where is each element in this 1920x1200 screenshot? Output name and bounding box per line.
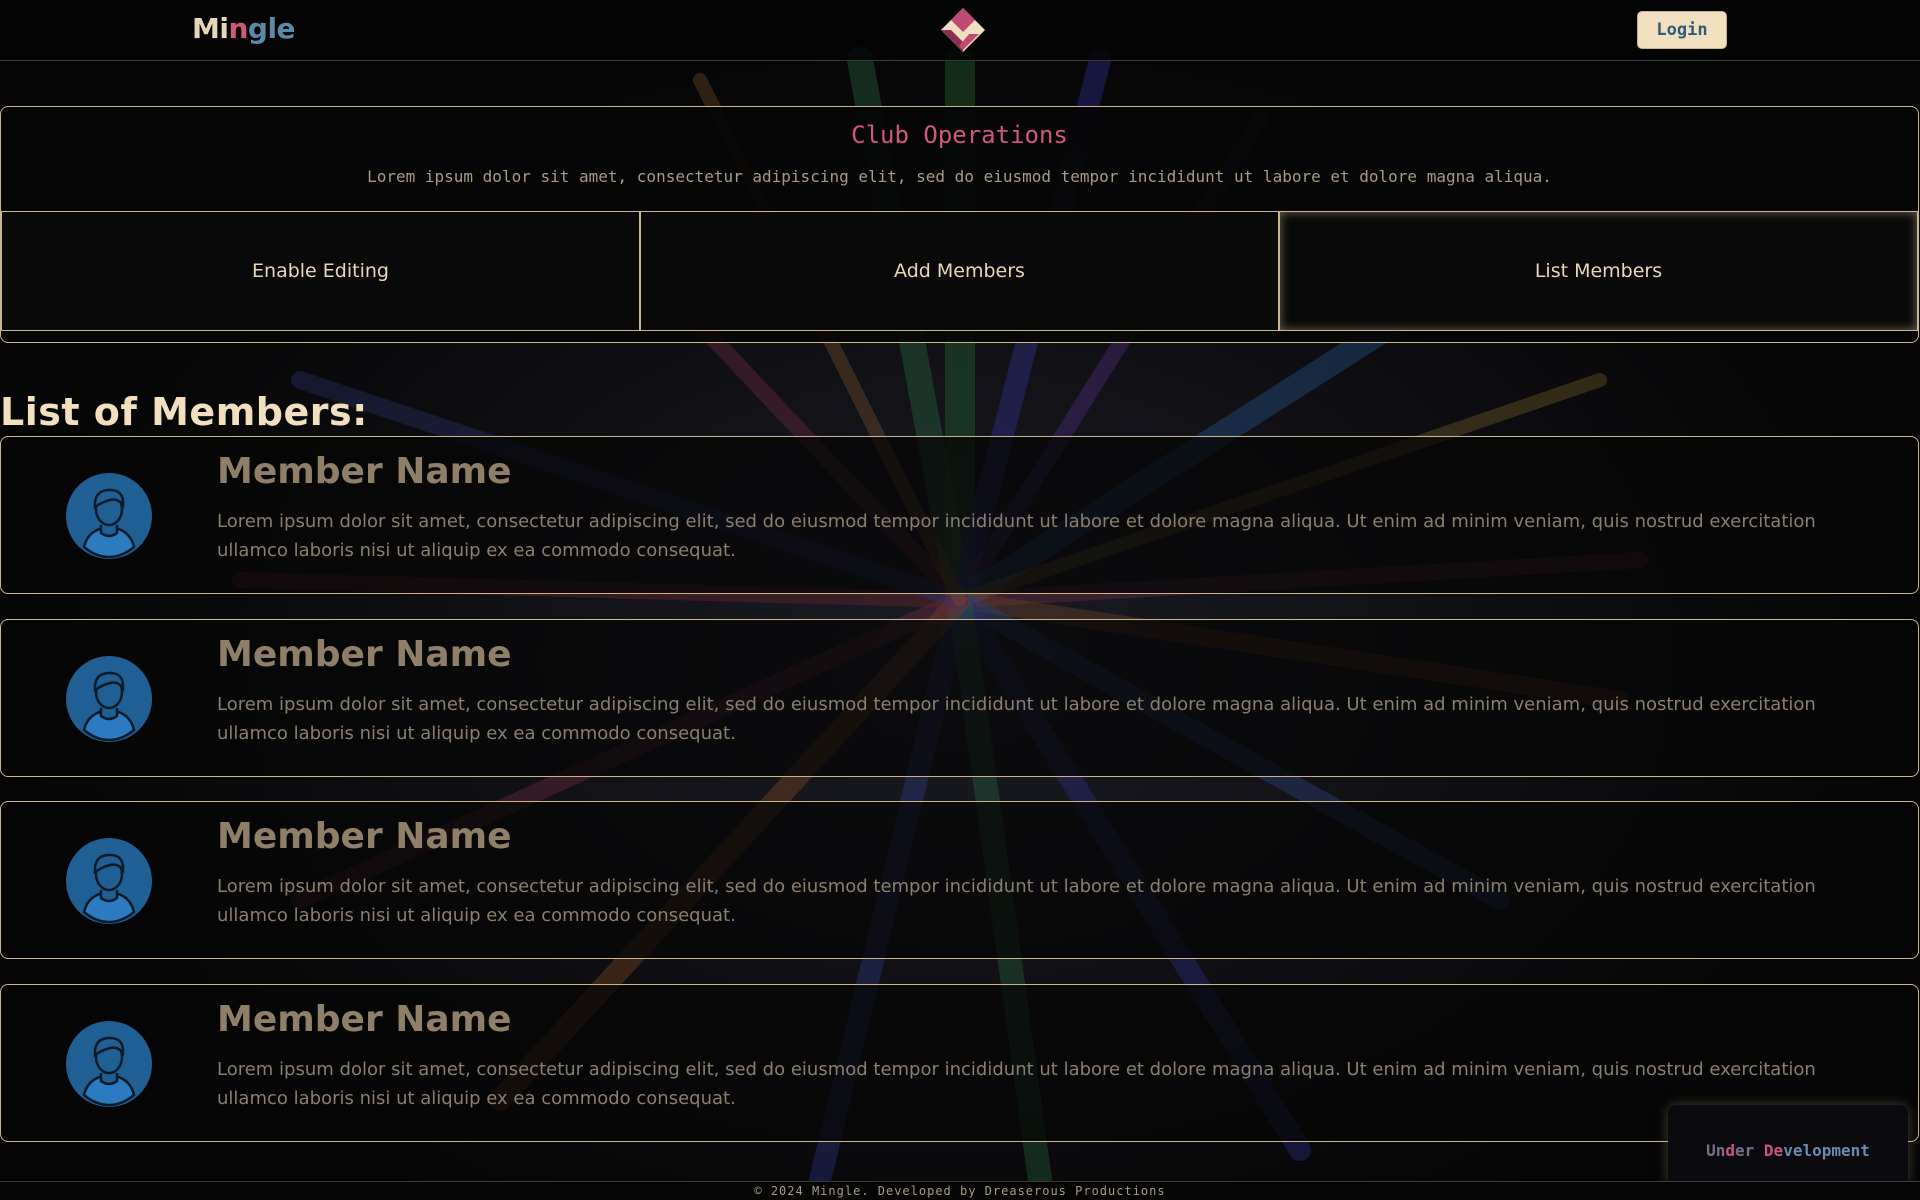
user-avatar-icon <box>66 656 152 742</box>
page: Mingle Login Club Operations Lorem ipsum… <box>0 0 1920 1200</box>
list-members-button[interactable]: List Members <box>1279 211 1918 331</box>
user-avatar-icon <box>66 473 152 559</box>
operations-title: Club Operations <box>851 121 1068 149</box>
operations-button-row: Enable Editing Add Members List Members <box>1 211 1918 331</box>
top-navbar: Mingle Login <box>0 0 1920 61</box>
enable-editing-button[interactable]: Enable Editing <box>1 211 640 331</box>
badge-part-1: Un <box>1706 1141 1726 1160</box>
badge-part-3: er <box>1735 1141 1764 1160</box>
badge-part-2: d <box>1725 1141 1736 1160</box>
brand-logo-text[interactable]: Mingle <box>192 12 296 45</box>
login-button[interactable]: Login <box>1637 11 1727 49</box>
member-description: Lorem ipsum dolor sit amet, consectetur … <box>217 694 1816 744</box>
member-card[interactable]: Member Name Lorem ipsum dolor sit amet, … <box>0 436 1919 594</box>
member-card[interactable]: Member Name Lorem ipsum dolor sit amet, … <box>0 801 1919 959</box>
member-description: Lorem ipsum dolor sit amet, consectetur … <box>217 876 1816 926</box>
add-members-button[interactable]: Add Members <box>640 211 1279 331</box>
members-list-heading: List of Members: <box>0 390 368 434</box>
member-name: Member Name <box>217 451 512 492</box>
under-development-badge: Under Development <box>1668 1105 1908 1185</box>
user-avatar-icon <box>66 838 152 924</box>
user-avatar-icon <box>66 1021 152 1107</box>
member-name: Member Name <box>217 816 512 857</box>
member-card[interactable]: Member Name Lorem ipsum dolor sit amet, … <box>0 984 1919 1142</box>
badge-part-4: De <box>1763 1141 1784 1160</box>
member-description: Lorem ipsum dolor sit amet, consectetur … <box>217 511 1816 561</box>
member-description: Lorem ipsum dolor sit amet, consectetur … <box>217 1059 1816 1109</box>
operations-subtitle: Lorem ipsum dolor sit amet, consectetur … <box>367 167 1552 186</box>
badge-part-5: velopment <box>1783 1141 1870 1160</box>
member-card[interactable]: Member Name Lorem ipsum dolor sit amet, … <box>0 619 1919 777</box>
logo-part-3: gle <box>247 12 296 45</box>
club-operations-panel: Club Operations Lorem ipsum dolor sit am… <box>0 106 1919 343</box>
diamond-logo-icon[interactable] <box>935 6 991 54</box>
member-name: Member Name <box>217 999 512 1040</box>
footer-copyright: © 2024 Mingle. Developed by Dreaserous P… <box>0 1181 1920 1200</box>
logo-part-2: n <box>228 12 248 45</box>
logo-part-1: Mi <box>192 12 229 45</box>
member-name: Member Name <box>217 634 512 675</box>
